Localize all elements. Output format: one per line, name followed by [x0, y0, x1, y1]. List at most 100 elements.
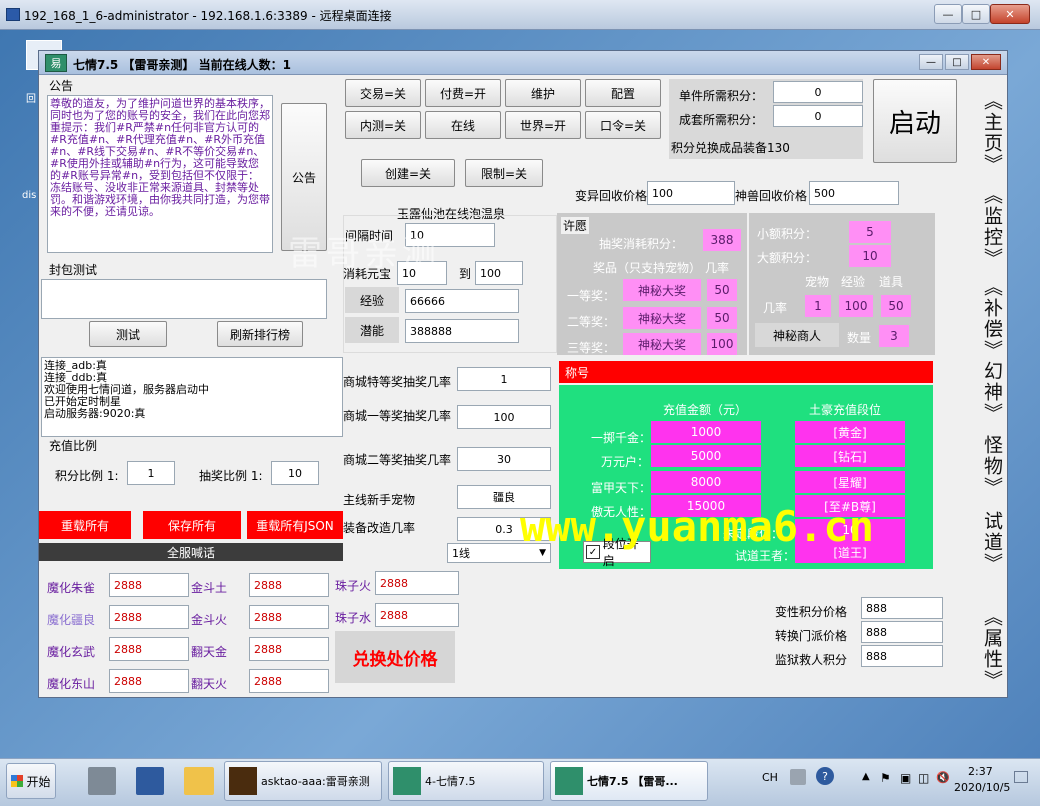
start-button[interactable]: 启动 [873, 79, 957, 163]
nav-monster[interactable]: 怪物》 [979, 435, 1006, 498]
mall-special-input[interactable]: 1 [457, 367, 551, 391]
network-icon[interactable]: ▣ [900, 771, 911, 785]
title-row-amount[interactable]: 5000 [651, 445, 761, 467]
prize-name[interactable]: 神秘大奖 [623, 333, 701, 355]
password-toggle-button[interactable]: 口令=关 [585, 111, 661, 139]
nav-home[interactable]: 《主页》 [979, 91, 1006, 175]
title-row-amount[interactable]: 8000 [651, 471, 761, 493]
app-logo-icon [393, 767, 421, 795]
watermark-left: 雷哥亲测 [288, 234, 440, 274]
nav-phantom[interactable]: 幻神》 [979, 361, 1006, 424]
volume-muted-icon[interactable]: 🔇 [936, 771, 950, 784]
app-minimize-button[interactable]: — [919, 54, 943, 70]
rate-item-value[interactable]: 50 [881, 295, 911, 317]
clock-date[interactable]: 2020/10/5 [954, 781, 1010, 794]
title-row-rank[interactable]: [黄金] [795, 421, 905, 443]
prize-rate[interactable]: 50 [707, 279, 737, 301]
rdp-maximize-button[interactable]: □ [962, 4, 990, 24]
exchange-value[interactable]: 2888 [249, 573, 329, 597]
start-button[interactable]: 开始 [6, 763, 56, 799]
nav-trial[interactable]: 试道》 [979, 511, 1006, 574]
beta-toggle-button[interactable]: 内测=关 [345, 111, 421, 139]
taskbar-item[interactable]: 4-七情7.5 [388, 761, 544, 801]
exchange-value[interactable]: 2888 [109, 637, 189, 661]
school-change-input[interactable]: 888 [861, 621, 943, 643]
mall-first-input[interactable]: 100 [457, 405, 551, 429]
action-center-icon[interactable]: ⚑ [880, 771, 891, 785]
jail-rescue-input[interactable]: 888 [861, 645, 943, 667]
app-close-button[interactable]: ✕ [971, 54, 1001, 70]
show-desktop-icon[interactable] [1014, 771, 1028, 783]
pay-toggle-button[interactable]: 付费=开 [425, 79, 501, 107]
rdp-close-button[interactable]: ✕ [990, 4, 1030, 24]
prize-rate[interactable]: 100 [707, 333, 737, 355]
exp-input[interactable]: 66666 [405, 289, 519, 313]
exchange-value[interactable]: 2888 [109, 669, 189, 693]
prize-name[interactable]: 神秘大奖 [623, 279, 701, 301]
title-row-rank[interactable]: [星耀] [795, 471, 905, 493]
mall-special-label: 商城特等奖抽奖几率 [343, 375, 452, 389]
exchange-value[interactable]: 2888 [375, 571, 459, 595]
taskbar-item-label: asktao-aaa:雷哥亲测 [261, 775, 370, 788]
tray-expand-icon[interactable]: ▲ [862, 771, 870, 782]
limit-toggle-button[interactable]: 限制=关 [465, 159, 543, 187]
exchange-value[interactable]: 2888 [249, 605, 329, 629]
exchange-value[interactable]: 2888 [109, 573, 189, 597]
online-button[interactable]: 在线 [425, 111, 501, 139]
rate-exp-value[interactable]: 100 [839, 295, 873, 317]
rate-pet-value[interactable]: 1 [805, 295, 831, 317]
taskbar-item[interactable]: asktao-aaa:雷哥亲测 [224, 761, 382, 801]
title-row-amount[interactable]: 1000 [651, 421, 761, 443]
points-ratio-input[interactable]: 1 [127, 461, 175, 485]
language-indicator[interactable]: CH [762, 771, 778, 784]
small-points-value[interactable]: 5 [849, 221, 891, 243]
nav-monitor[interactable]: 《监控》 [979, 185, 1006, 269]
title-row-rank[interactable]: [钻石] [795, 445, 905, 467]
nav-attributes[interactable]: 《属性》 [979, 607, 1006, 691]
beast-recycle-input[interactable]: 500 [809, 181, 899, 205]
exchange-value[interactable]: 2888 [249, 669, 329, 693]
wish-cost-value[interactable]: 388 [703, 229, 741, 251]
keyboard-icon[interactable] [790, 769, 806, 785]
wish-label: 许愿 [561, 217, 590, 234]
set-points-input[interactable]: 0 [773, 105, 863, 127]
test-button[interactable]: 测试 [89, 321, 167, 347]
display-icon[interactable]: ◫ [918, 771, 929, 785]
notice-textarea[interactable]: 尊敬的道友，为了维护问道世界的基本秩序，同时也为了您的账号的安全，我们在此向您郑… [47, 95, 273, 253]
rdp-minimize-button[interactable]: — [934, 4, 962, 24]
server-manager-icon[interactable] [88, 767, 116, 795]
count-value[interactable]: 3 [879, 325, 909, 347]
world-toggle-button[interactable]: 世界=开 [505, 111, 581, 139]
reload-all-button[interactable]: 重载所有 [39, 511, 131, 539]
clock-time[interactable]: 2:37 [968, 765, 993, 778]
maintenance-button[interactable]: 维护 [505, 79, 581, 107]
help-icon[interactable]: ? [816, 767, 834, 785]
single-points-input[interactable]: 0 [773, 81, 863, 103]
potential-input[interactable]: 388888 [405, 319, 519, 343]
prize-name[interactable]: 神秘大奖 [623, 307, 701, 329]
prize-rate[interactable]: 50 [707, 307, 737, 329]
gender-change-input[interactable]: 888 [861, 597, 943, 619]
save-all-button[interactable]: 保存所有 [143, 511, 241, 539]
reload-json-button[interactable]: 重载所有JSON [247, 511, 343, 539]
large-points-value[interactable]: 10 [849, 245, 891, 267]
exchange-value[interactable]: 2888 [375, 603, 459, 627]
refresh-ranking-button[interactable]: 刷新排行榜 [217, 321, 303, 347]
explorer-folder-icon[interactable] [184, 767, 214, 795]
taskbar-item-active[interactable]: 七情7.5 【雷哥... [550, 761, 708, 801]
rank-header: 土豪充值段位 [809, 403, 882, 417]
powershell-icon[interactable] [136, 767, 164, 795]
mall-second-input[interactable]: 30 [457, 447, 551, 471]
variant-recycle-input[interactable]: 100 [647, 181, 735, 205]
packet-input[interactable] [41, 279, 327, 319]
to-input[interactable]: 100 [475, 261, 523, 285]
nav-compensation[interactable]: 《补偿》 [979, 277, 1006, 361]
exchange-value[interactable]: 2888 [109, 605, 189, 629]
exchange-value[interactable]: 2888 [249, 637, 329, 661]
config-button[interactable]: 配置 [585, 79, 661, 107]
create-toggle-button[interactable]: 创建=关 [361, 159, 455, 187]
trade-toggle-button[interactable]: 交易=关 [345, 79, 421, 107]
app-maximize-button[interactable]: □ [945, 54, 969, 70]
jail-rescue-label: 监狱救人积分 [775, 653, 848, 667]
lottery-ratio-input[interactable]: 10 [271, 461, 319, 485]
